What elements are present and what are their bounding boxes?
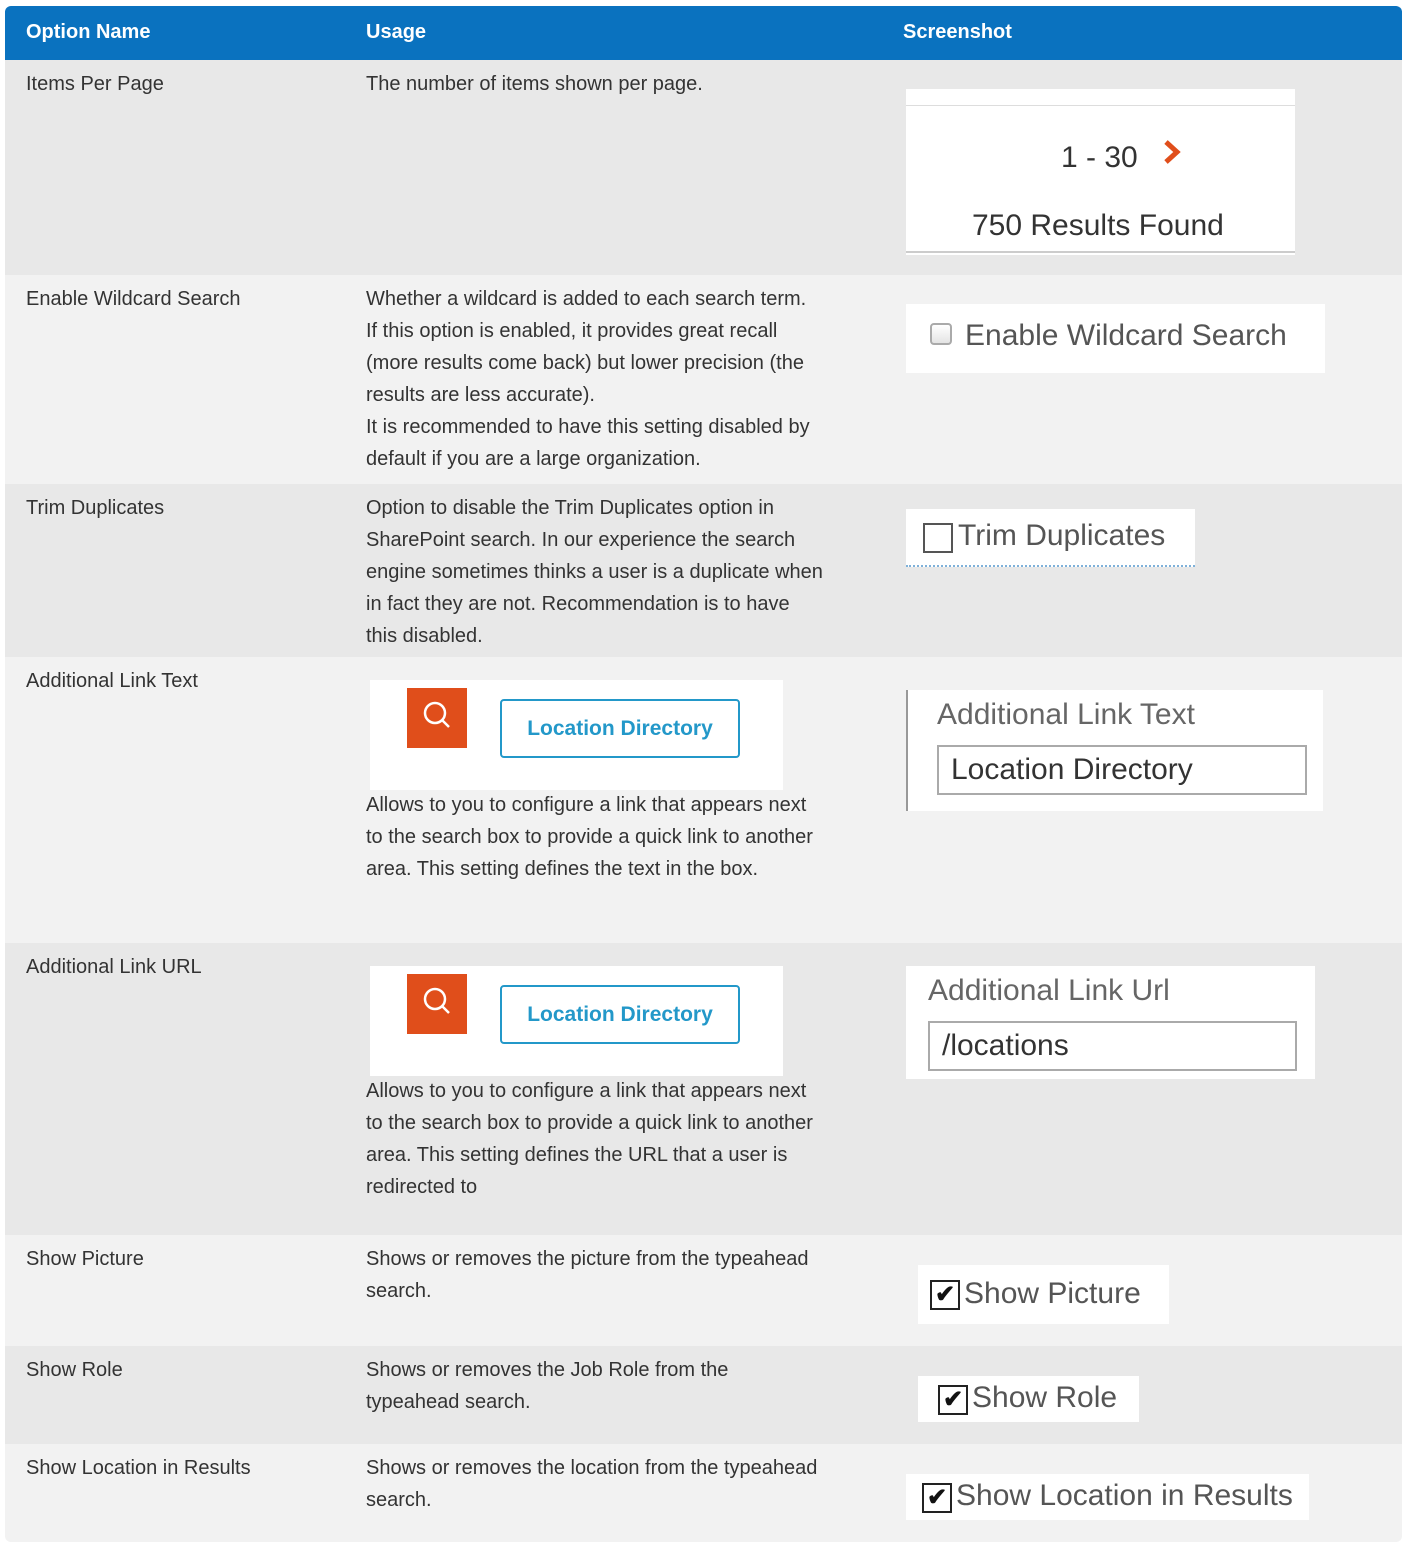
pagination-screenshot: 1 - 30 750 Results Found bbox=[906, 89, 1295, 255]
table-header: Option Name Usage Screenshot bbox=[5, 6, 1402, 60]
usage-line: search. bbox=[366, 1280, 432, 1302]
option-name: Trim Duplicates bbox=[26, 497, 165, 519]
option-usage: Option to disable the Trim Duplicates op… bbox=[366, 492, 866, 652]
search-button[interactable] bbox=[407, 974, 467, 1034]
usage-line: (more results come back) but lower preci… bbox=[366, 352, 804, 374]
option-usage: Whether a wildcard is added to each sear… bbox=[366, 283, 866, 475]
option-usage: Allows to you to configure a link that a… bbox=[366, 1075, 866, 1203]
header-screenshot: Screenshot bbox=[903, 21, 1012, 43]
option-name: Additional Link URL bbox=[26, 956, 202, 978]
option-name: Show Picture bbox=[26, 1248, 144, 1270]
usage-line: engine sometimes thinks a user is a dupl… bbox=[366, 561, 823, 583]
usage-line: to the search box to provide a quick lin… bbox=[366, 1112, 813, 1134]
search-button[interactable] bbox=[407, 688, 467, 748]
show-role-screenshot: ✔ Show Role bbox=[918, 1376, 1139, 1422]
header-usage: Usage bbox=[366, 21, 427, 43]
wildcard-checkbox[interactable] bbox=[930, 323, 952, 345]
usage-line: It is recommended to have this setting d… bbox=[366, 416, 810, 438]
option-usage: Shows or removes the picture from the ty… bbox=[366, 1243, 866, 1307]
option-name: Additional Link Text bbox=[26, 670, 198, 692]
search-icon bbox=[423, 987, 450, 1014]
header-option-name: Option Name bbox=[26, 21, 151, 43]
page-range: 1 - 30 bbox=[1061, 141, 1138, 174]
options-table: Option Name Usage Screenshot Items Per P… bbox=[5, 6, 1402, 1542]
table-row: Enable Wildcard Search Whether a wildcar… bbox=[5, 275, 1402, 484]
location-directory-link[interactable]: Location Directory bbox=[500, 699, 740, 758]
option-name: Show Role bbox=[26, 1359, 123, 1381]
table-row: Trim Duplicates Option to disable the Tr… bbox=[5, 484, 1402, 657]
link-text-field-label: Additional Link Text bbox=[937, 698, 1195, 731]
usage-line: Shows or removes the Job Role from the bbox=[366, 1359, 729, 1381]
table-row: Additional Link URL Location Directory A… bbox=[5, 943, 1402, 1235]
wildcard-label: Enable Wildcard Search bbox=[965, 319, 1287, 352]
usage-line: The number of items shown per page. bbox=[366, 73, 703, 95]
usage-line: area. This setting defines the URL that … bbox=[366, 1144, 788, 1166]
usage-line: If this option is enabled, it provides g… bbox=[366, 320, 778, 342]
usage-line: area. This setting defines the text in t… bbox=[366, 858, 759, 880]
table-row: Show Location in Results Shows or remove… bbox=[5, 1444, 1402, 1542]
usage-line: search. bbox=[366, 1489, 432, 1511]
usage-line: redirected to bbox=[366, 1176, 478, 1198]
divider bbox=[906, 105, 1295, 106]
show-picture-screenshot: ✔ Show Picture bbox=[918, 1265, 1169, 1324]
show-role-label: Show Role bbox=[972, 1381, 1118, 1414]
table-row: Additional Link Text Location Directory … bbox=[5, 657, 1402, 943]
option-usage: Shows or removes the location from the t… bbox=[366, 1452, 866, 1516]
trim-duplicates-screenshot: Trim Duplicates bbox=[906, 509, 1195, 567]
usage-line: default if you are a large organization. bbox=[366, 448, 701, 470]
location-directory-link[interactable]: Location Directory bbox=[500, 985, 740, 1044]
usage-line: results are less accurate). bbox=[366, 384, 595, 406]
option-usage: The number of items shown per page. bbox=[366, 68, 866, 100]
link-text-screenshot: Additional Link Text Location Directory bbox=[906, 690, 1323, 811]
usage-line: Shows or removes the location from the t… bbox=[366, 1457, 818, 1479]
link-url-field-label: Additional Link Url bbox=[928, 974, 1170, 1007]
link-url-input[interactable]: /locations bbox=[928, 1021, 1297, 1071]
option-name: Show Location in Results bbox=[26, 1457, 251, 1479]
usage-line: this disabled. bbox=[366, 625, 483, 647]
link-text-input[interactable]: Location Directory bbox=[937, 745, 1307, 795]
show-location-label: Show Location in Results bbox=[956, 1479, 1293, 1512]
table-row: Items Per Page The number of items shown… bbox=[5, 60, 1402, 275]
usage-line: Whether a wildcard is added to each sear… bbox=[366, 288, 807, 310]
search-box-preview: Location Directory bbox=[370, 680, 783, 790]
search-box-preview: Location Directory bbox=[370, 966, 783, 1076]
usage-line: typeahead search. bbox=[366, 1391, 531, 1413]
show-location-screenshot: ✔ Show Location in Results bbox=[906, 1474, 1309, 1520]
trim-duplicates-checkbox[interactable] bbox=[923, 523, 953, 553]
option-usage: Shows or removes the Job Role from the t… bbox=[366, 1354, 866, 1418]
table-row: Show Role Shows or removes the Job Role … bbox=[5, 1346, 1402, 1444]
usage-line: to the search box to provide a quick lin… bbox=[366, 826, 813, 848]
trim-duplicates-label: Trim Duplicates bbox=[958, 519, 1166, 552]
option-usage: Allows to you to configure a link that a… bbox=[366, 789, 866, 885]
show-picture-label: Show Picture bbox=[964, 1277, 1141, 1310]
checkmark-icon[interactable]: ✔ bbox=[930, 1280, 960, 1310]
usage-line: Allows to you to configure a link that a… bbox=[366, 794, 807, 816]
usage-line: SharePoint search. In our experience the… bbox=[366, 529, 796, 551]
divider bbox=[906, 251, 1295, 253]
checkmark-icon[interactable]: ✔ bbox=[938, 1385, 968, 1415]
usage-line: Allows to you to configure a link that a… bbox=[366, 1080, 807, 1102]
option-name: Items Per Page bbox=[26, 73, 164, 95]
table-row: Show Picture Shows or removes the pictur… bbox=[5, 1235, 1402, 1346]
link-url-screenshot: Additional Link Url /locations bbox=[906, 966, 1315, 1079]
option-name: Enable Wildcard Search bbox=[26, 288, 241, 310]
chevron-right-icon[interactable] bbox=[1163, 139, 1181, 171]
usage-line: Shows or removes the picture from the ty… bbox=[366, 1248, 809, 1270]
usage-line: Option to disable the Trim Duplicates op… bbox=[366, 497, 774, 519]
results-found: 750 Results Found bbox=[972, 209, 1224, 242]
wildcard-screenshot: Enable Wildcard Search bbox=[906, 304, 1325, 373]
search-icon bbox=[423, 701, 450, 728]
checkmark-icon[interactable]: ✔ bbox=[922, 1483, 952, 1513]
usage-line: in fact they are not. Recommendation is … bbox=[366, 593, 790, 615]
